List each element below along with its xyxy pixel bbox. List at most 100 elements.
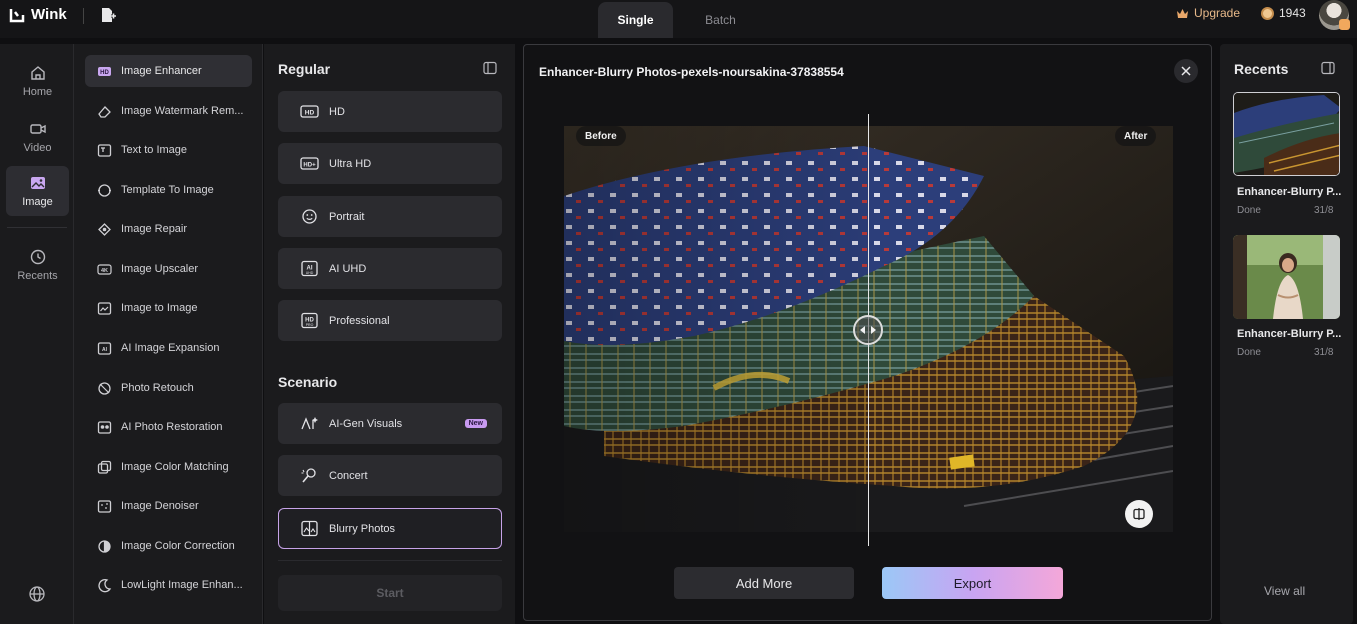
tool-image-color-matching[interactable]: Image Color Matching <box>85 451 252 483</box>
tool-label: Image Watermark Rem... <box>121 105 244 117</box>
image-icon <box>30 177 45 189</box>
option-concert[interactable]: Concert <box>278 455 502 496</box>
tool-text-to-image[interactable]: Text to Image <box>85 134 252 166</box>
option-ultra-hd[interactable]: HD+ Ultra HD <box>278 143 502 184</box>
recent-status: Done <box>1237 205 1261 216</box>
close-button[interactable] <box>1174 59 1198 83</box>
split-view-button[interactable] <box>1125 500 1153 528</box>
lowlight-icon <box>98 578 112 592</box>
tool-lowlight-enhancer[interactable]: LowLight Image Enhan... <box>85 569 252 601</box>
color-match-icon <box>97 460 112 474</box>
globe-icon[interactable] <box>28 585 46 603</box>
regular-heading: Regular <box>278 61 331 77</box>
tool-image-repair[interactable]: Image Repair <box>85 213 252 245</box>
tool-label: AI Photo Restoration <box>121 421 223 433</box>
tool-image-upscaler[interactable]: 4K Image Upscaler <box>85 253 252 285</box>
svg-text:HD+: HD+ <box>303 163 316 169</box>
tool-label: AI Image Expansion <box>121 342 220 354</box>
tool-list: HD Image Enhancer Image Watermark Rem...… <box>74 44 263 624</box>
tool-label: Text to Image <box>121 144 188 156</box>
file-title: Enhancer-Blurry Photos-pexels-noursakina… <box>539 65 844 79</box>
tab-single[interactable]: Single <box>598 2 673 38</box>
svg-text:AI: AI <box>102 347 108 353</box>
coin-balance[interactable]: 1943 <box>1261 6 1306 20</box>
rail-item-home[interactable]: Home <box>6 56 69 106</box>
option-hd[interactable]: HD HD <box>278 91 502 132</box>
tool-label: Image Repair <box>121 223 188 235</box>
rail-item-image[interactable]: Image <box>6 166 69 216</box>
repair-icon <box>98 222 111 236</box>
start-button[interactable]: Start <box>278 575 502 611</box>
rail-divider <box>7 227 67 228</box>
close-icon <box>1181 66 1191 76</box>
add-more-button[interactable]: Add More <box>674 567 854 599</box>
hd-plus-icon: HD+ <box>300 157 319 170</box>
svg-text:4K: 4K <box>101 268 108 274</box>
tool-label: Image Upscaler <box>121 263 199 275</box>
tool-image-color-correction[interactable]: Image Color Correction <box>85 530 252 562</box>
option-portrait[interactable]: Portrait <box>278 196 502 237</box>
view-all-link[interactable]: View all <box>1264 584 1305 598</box>
top-bar: Wink Single Batch Upgrade 1943 <box>0 0 1357 38</box>
recent-thumbnail[interactable] <box>1233 235 1340 319</box>
new-badge: New <box>464 419 487 428</box>
tool-image-denoiser[interactable]: Image Denoiser <box>85 490 252 522</box>
compare-slider-handle[interactable] <box>853 315 883 345</box>
recent-thumbnail[interactable] <box>1233 92 1340 176</box>
recent-date: 31/8 <box>1314 347 1334 358</box>
divider <box>83 8 84 24</box>
image-to-image-icon <box>97 301 112 315</box>
svg-text:HD: HD <box>305 110 315 117</box>
option-professional[interactable]: HD PRO Professional <box>278 300 502 341</box>
export-button[interactable]: Export <box>882 567 1063 599</box>
option-label: Blurry Photos <box>329 522 396 535</box>
recents-panel: Recents Enhancer-Blurry P... Done 31/8 E… <box>1220 44 1353 624</box>
option-ai-uhd[interactable]: AI UHD AI UHD <box>278 248 502 289</box>
recent-name: Enhancer-Blurry P... <box>1237 186 1342 198</box>
preview-panel: Enhancer-Blurry Photos-pexels-noursakina… <box>523 44 1212 621</box>
ai-uhd-icon: AIUHD <box>301 260 318 277</box>
option-label: Concert <box>329 469 368 482</box>
history-icon <box>30 249 45 265</box>
collapse-panel-icon[interactable] <box>1321 61 1335 75</box>
coin-count: 1943 <box>1279 6 1306 20</box>
split-view-icon <box>1133 508 1145 520</box>
option-blurry-photos[interactable]: Blurry Photos <box>278 508 502 549</box>
ai-visual-icon <box>301 417 318 430</box>
divider <box>278 560 502 561</box>
tool-ai-image-expansion[interactable]: AI AI Image Expansion <box>85 332 252 364</box>
template-icon <box>98 183 111 197</box>
recents-title: Recents <box>1234 61 1289 77</box>
option-label: AI UHD <box>329 262 367 275</box>
recent-name: Enhancer-Blurry P... <box>1237 328 1342 340</box>
new-file-icon[interactable] <box>99 6 117 24</box>
rail-label-image: Image <box>22 196 53 208</box>
home-icon <box>30 66 45 80</box>
retouch-icon <box>98 381 111 395</box>
coin-icon <box>1261 6 1274 20</box>
smile-icon <box>302 209 317 224</box>
tool-image-enhancer[interactable]: HD Image Enhancer <box>85 55 252 87</box>
app-name: Wink <box>31 6 67 23</box>
tool-label: Photo Retouch <box>121 382 194 394</box>
rail-label-home: Home <box>22 86 53 98</box>
upgrade-button[interactable]: Upgrade <box>1176 6 1240 20</box>
tab-batch[interactable]: Batch <box>683 2 758 38</box>
option-label: Portrait <box>329 210 365 223</box>
hd-icon: HD <box>300 105 319 118</box>
option-ai-gen-visuals[interactable]: AI-Gen Visuals New <box>278 403 502 444</box>
tool-photo-retouch[interactable]: Photo Retouch <box>85 372 252 404</box>
rail-item-video[interactable]: Video <box>6 112 69 162</box>
tool-watermark-remover[interactable]: Image Watermark Rem... <box>85 95 252 127</box>
tool-label: Template To Image <box>121 184 214 196</box>
rail-item-recents[interactable]: Recents <box>6 240 69 290</box>
enhance-options-panel: Regular HD HD HD+ Ultra HD Portrait AI UH… <box>264 44 515 624</box>
tool-ai-photo-restoration[interactable]: AI Photo Restoration <box>85 411 252 443</box>
collapse-panel-icon[interactable] <box>483 61 497 75</box>
rail-label-video: Video <box>23 142 52 154</box>
tool-template-to-image[interactable]: Template To Image <box>85 174 252 206</box>
tool-image-to-image[interactable]: Image to Image <box>85 292 252 324</box>
tool-label: LowLight Image Enhan... <box>121 579 243 591</box>
app-logo[interactable]: Wink <box>9 6 67 23</box>
option-label: Professional <box>329 314 390 327</box>
